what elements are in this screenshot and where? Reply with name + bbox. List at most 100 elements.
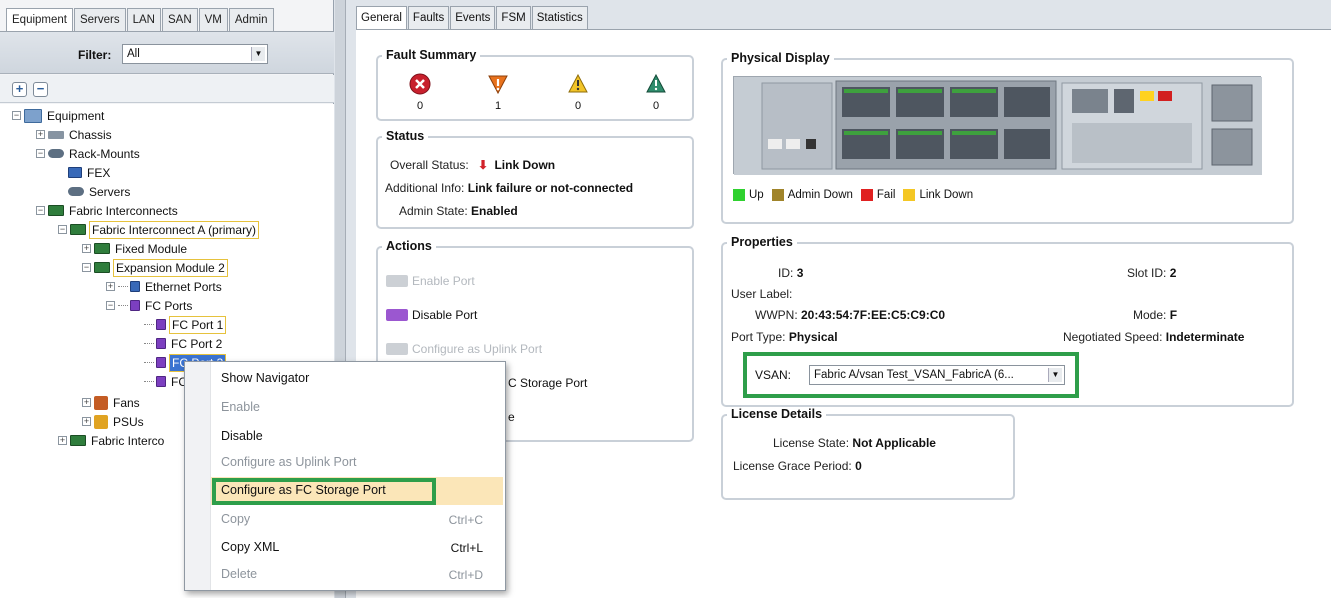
- tree-node-servers[interactable]: Servers: [68, 182, 132, 201]
- wwpn: WWPN: 20:43:54:7F:EE:C5:C9:C0: [755, 308, 946, 322]
- tab-san[interactable]: SAN: [161, 8, 198, 32]
- tree-node-fc-ports[interactable]: − FC Ports: [106, 296, 194, 315]
- tab-lan[interactable]: LAN: [126, 8, 161, 32]
- critical-fault[interactable]: 0: [400, 73, 440, 112]
- physical-display-title: Physical Display: [727, 51, 834, 65]
- overall-status: Overall Status: ⬇ Link Down: [390, 158, 556, 172]
- fault-summary-panel: Fault Summary 0 1 0 0: [376, 48, 694, 121]
- tab-vm[interactable]: VM: [198, 8, 228, 32]
- configure-storage-action[interactable]: C Storage Port: [508, 372, 587, 394]
- expand-icon[interactable]: +: [82, 417, 91, 426]
- switch-front-panel-image: [734, 77, 1262, 175]
- expand-icon[interactable]: +: [82, 398, 91, 407]
- minor-count: 0: [574, 100, 582, 112]
- expand-icon[interactable]: +: [82, 244, 91, 253]
- tab-servers[interactable]: Servers: [73, 8, 126, 32]
- tab-fsm[interactable]: FSM: [496, 6, 531, 29]
- negotiated-speed: Negotiated Speed: Indeterminate: [1063, 330, 1245, 344]
- port-type: Port Type: Physical: [731, 330, 838, 344]
- tree-node-fans[interactable]: + Fans: [82, 393, 142, 412]
- psu-icon: [94, 414, 108, 429]
- critical-count: 0: [416, 100, 424, 112]
- port-id: ID: 3: [778, 266, 804, 280]
- tree-node-fex[interactable]: FEX: [68, 163, 112, 182]
- rack-mount-icon: [48, 149, 64, 158]
- collapse-icon[interactable]: −: [106, 301, 115, 310]
- tab-events[interactable]: Events: [450, 6, 496, 29]
- fault-summary-title: Fault Summary: [382, 48, 481, 62]
- major-fault-icon: [488, 75, 508, 95]
- expand-all-icon[interactable]: +: [12, 82, 27, 97]
- expand-icon[interactable]: +: [58, 436, 67, 445]
- major-fault[interactable]: 1: [478, 73, 518, 112]
- tab-admin[interactable]: Admin: [228, 8, 274, 32]
- vsan-select[interactable]: Fabric A/vsan Test_VSAN_FabricA (6... ▼: [809, 365, 1065, 385]
- filter-select[interactable]: All ▼: [122, 44, 268, 64]
- fc-port-icon: [156, 357, 166, 368]
- tree-node-psus[interactable]: + PSUs: [82, 412, 146, 431]
- configure-uplink-action[interactable]: Configure as Uplink Port: [386, 338, 542, 360]
- chevron-down-icon[interactable]: ▼: [1048, 368, 1062, 382]
- collapse-icon[interactable]: −: [36, 206, 45, 215]
- menu-item-copy[interactable]: Copy: [221, 512, 250, 526]
- collapse-all-icon[interactable]: −: [33, 82, 48, 97]
- tab-general[interactable]: General: [356, 6, 407, 29]
- context-menu: Show Navigator Enable Disable Configure …: [184, 361, 506, 591]
- menu-item-enable[interactable]: Enable: [221, 400, 260, 414]
- tree-node-fixed-module[interactable]: + Fixed Module: [82, 239, 189, 258]
- collapse-icon[interactable]: −: [36, 149, 45, 158]
- vsan-highlight-box: VSAN: Fabric A/vsan Test_VSAN_FabricA (6…: [743, 352, 1079, 398]
- menu-item-delete[interactable]: Delete: [221, 567, 257, 581]
- license-details-title: License Details: [727, 407, 827, 421]
- collapse-icon[interactable]: −: [58, 225, 67, 234]
- disable-port-action[interactable]: Disable Port: [386, 304, 477, 326]
- arrow-down-icon: ⬇: [478, 158, 489, 172]
- fail-swatch: [860, 189, 873, 201]
- fex-icon: [68, 167, 82, 178]
- tree-node-fc-port-1[interactable]: FC Port 1: [144, 315, 227, 334]
- port-icon: [386, 275, 408, 287]
- tree-node-fc-port-4[interactable]: FC: [144, 372, 189, 391]
- tab-faults[interactable]: Faults: [407, 6, 450, 29]
- minor-fault[interactable]: 0: [558, 73, 598, 112]
- menu-item-configure-uplink[interactable]: Configure as Uplink Port: [221, 455, 356, 469]
- tree-node-chassis[interactable]: + Chassis: [36, 125, 114, 144]
- tree-node-ethernet-ports[interactable]: + Ethernet Ports: [106, 277, 224, 296]
- tree-node-fi-b[interactable]: + Fabric Interco: [58, 431, 166, 450]
- tree-node-equipment[interactable]: − Equipment: [12, 106, 106, 125]
- menu-item-show-navigator[interactable]: Show Navigator: [221, 371, 309, 385]
- tree-node-fi-a[interactable]: − Fabric Interconnect A (primary): [58, 220, 260, 239]
- menu-item-configure-fc-storage[interactable]: Configure as FC Storage Port: [221, 483, 386, 497]
- shortcut-copy: Ctrl+C: [448, 513, 483, 527]
- properties-panel: Properties ID: 3 Slot ID: 2 User Label: …: [721, 235, 1294, 407]
- fan-icon: [94, 395, 108, 410]
- vsan-label: VSAN:: [755, 368, 792, 382]
- tab-statistics[interactable]: Statistics: [531, 6, 588, 29]
- expand-icon[interactable]: +: [106, 282, 115, 291]
- license-state: License State: Not Applicable: [773, 436, 936, 450]
- tree-node-fc-port-2[interactable]: FC Port 2: [144, 334, 224, 353]
- switch-image[interactable]: [733, 76, 1262, 175]
- enable-port-action[interactable]: Enable Port: [386, 270, 475, 292]
- module-icon: [94, 262, 110, 273]
- chevron-down-icon[interactable]: ▼: [251, 47, 265, 61]
- mode: Mode: F: [1133, 308, 1178, 322]
- status-panel: Status Overall Status: ⬇ Link Down Addit…: [376, 129, 694, 229]
- slot-id: Slot ID: 2: [1127, 266, 1177, 280]
- collapse-icon[interactable]: −: [82, 263, 91, 272]
- tab-equipment[interactable]: Equipment: [6, 8, 73, 33]
- warning-fault[interactable]: 0: [636, 73, 676, 112]
- menu-item-disable[interactable]: Disable: [221, 429, 263, 443]
- unconfigure-action[interactable]: e: [508, 406, 515, 428]
- tree-node-fabric-interconnects[interactable]: − Fabric Interconnects: [36, 201, 180, 220]
- tree-node-expansion-module[interactable]: − Expansion Module 2: [82, 258, 228, 277]
- filter-value: All: [127, 48, 140, 60]
- equipment-icon: [24, 108, 42, 123]
- chassis-icon: [48, 130, 64, 139]
- fc-port-icon: [156, 319, 166, 330]
- license-details-panel: License Details License State: Not Appli…: [721, 407, 1015, 500]
- expand-icon[interactable]: +: [36, 130, 45, 139]
- collapse-icon[interactable]: −: [12, 111, 21, 120]
- menu-item-copy-xml[interactable]: Copy XML: [221, 540, 279, 554]
- tree-node-rack-mounts[interactable]: − Rack-Mounts: [36, 144, 142, 163]
